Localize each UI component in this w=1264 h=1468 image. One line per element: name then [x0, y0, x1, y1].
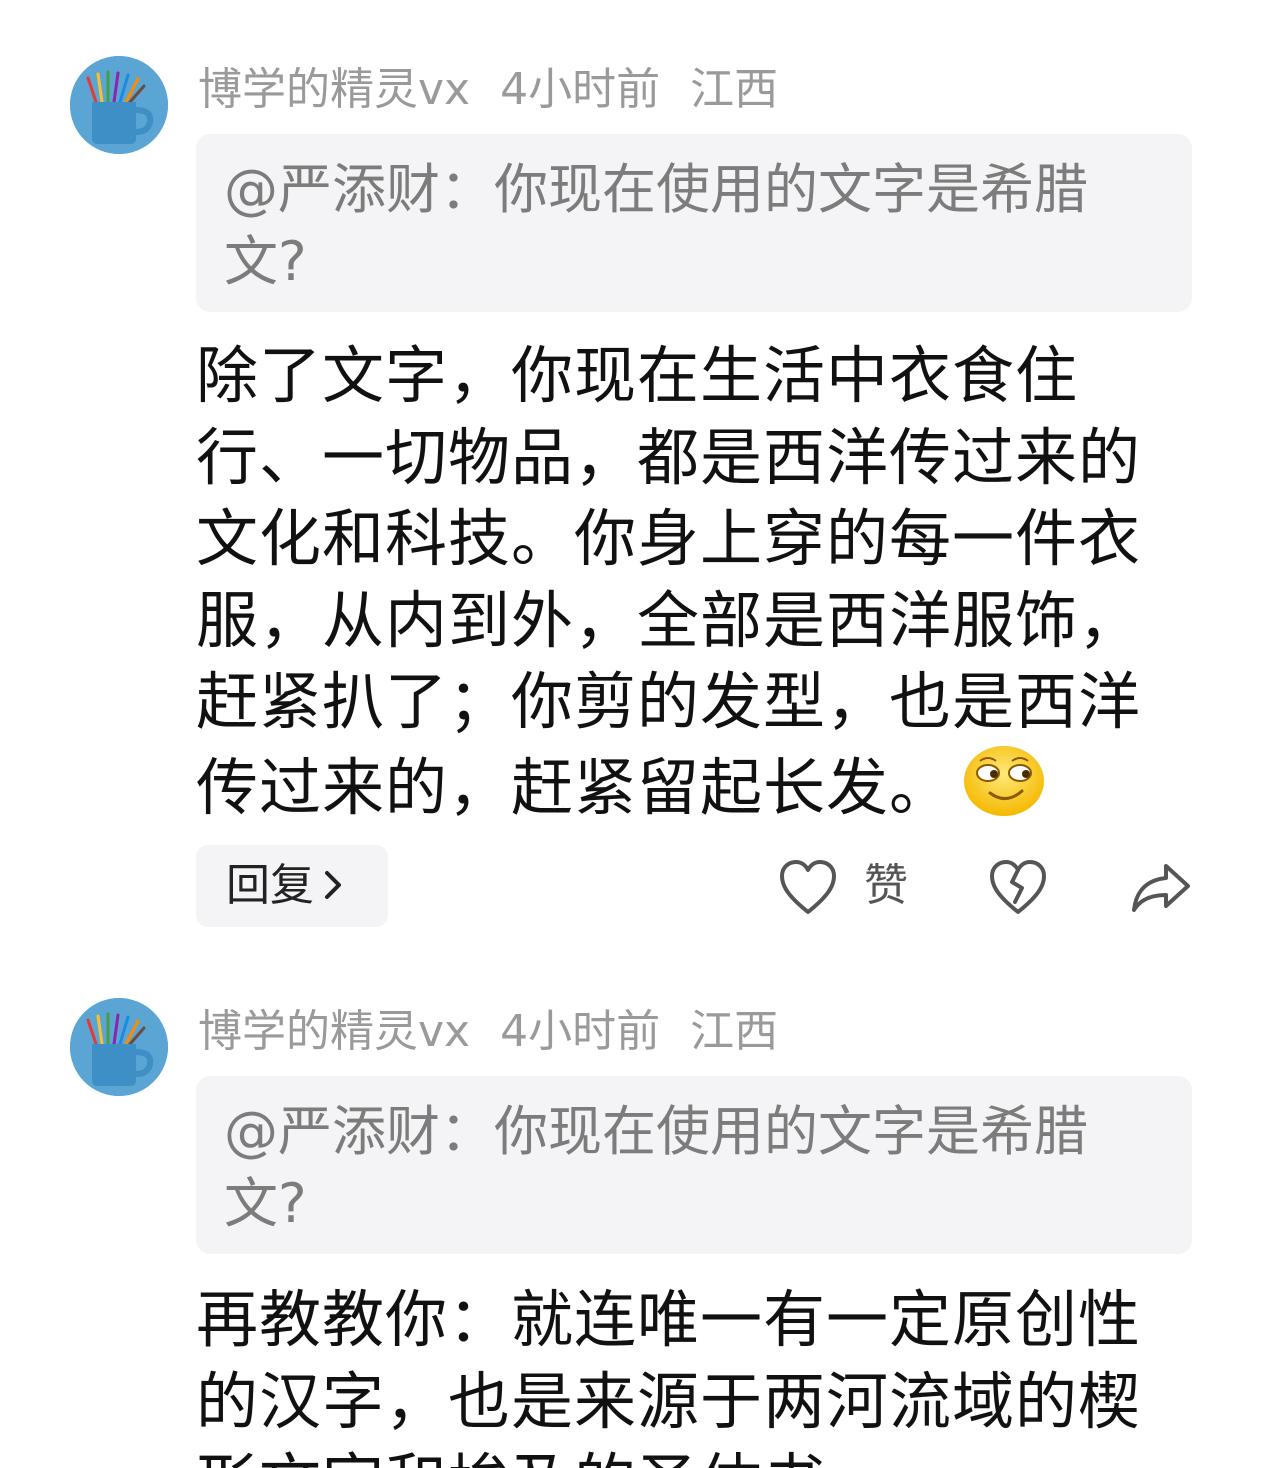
reply-label: 回复 [226, 860, 314, 911]
chevron-right-icon [322, 847, 344, 929]
username[interactable]: 博学的精灵vx [198, 64, 470, 115]
comment-item: 博学的精灵vx 4小时前 江西 @严添财：你现在使用的文字是希腊文? 再教教你：就连… [0, 998, 1264, 1468]
comment-text: 除了文字，你现在生活中衣食住行、一切物品，都是西洋传过来的文化和科技。你身上穿的… [196, 335, 1156, 825]
share-arrow-icon [1130, 864, 1192, 920]
like-button[interactable]: 赞 [778, 856, 918, 920]
smirk-emoji-icon [962, 743, 1046, 826]
dislike-button[interactable] [988, 858, 1050, 918]
timestamp: 4小时前 [500, 64, 661, 115]
username[interactable]: 博学的精灵vx [198, 1006, 470, 1057]
comment-text: 再教教你：就连唯一有一定原创性的汉字，也是来源于两河流域的楔形文字和埃及的圣体书 [196, 1283, 1142, 1468]
comment-meta: 博学的精灵vx 4小时前 江西 [198, 60, 808, 120]
like-label: 赞 [864, 860, 908, 911]
share-button[interactable] [1130, 858, 1194, 918]
avatar[interactable] [70, 998, 168, 1096]
quoted-comment[interactable]: @严添财：你现在使用的文字是希腊文? [196, 134, 1192, 312]
avatar-pencil-cup-icon [70, 56, 168, 154]
heart-icon [778, 858, 838, 920]
timestamp: 4小时前 [500, 1006, 661, 1057]
avatar-pencil-cup-icon [70, 998, 168, 1096]
location: 江西 [690, 64, 779, 115]
reply-button[interactable]: 回复 [196, 845, 388, 927]
quoted-comment[interactable]: @严添财：你现在使用的文字是希腊文? [196, 1076, 1192, 1254]
broken-heart-icon [988, 860, 1048, 920]
avatar[interactable] [70, 56, 168, 154]
location: 江西 [690, 1006, 779, 1057]
comment-meta: 博学的精灵vx 4小时前 江西 [198, 1002, 808, 1062]
